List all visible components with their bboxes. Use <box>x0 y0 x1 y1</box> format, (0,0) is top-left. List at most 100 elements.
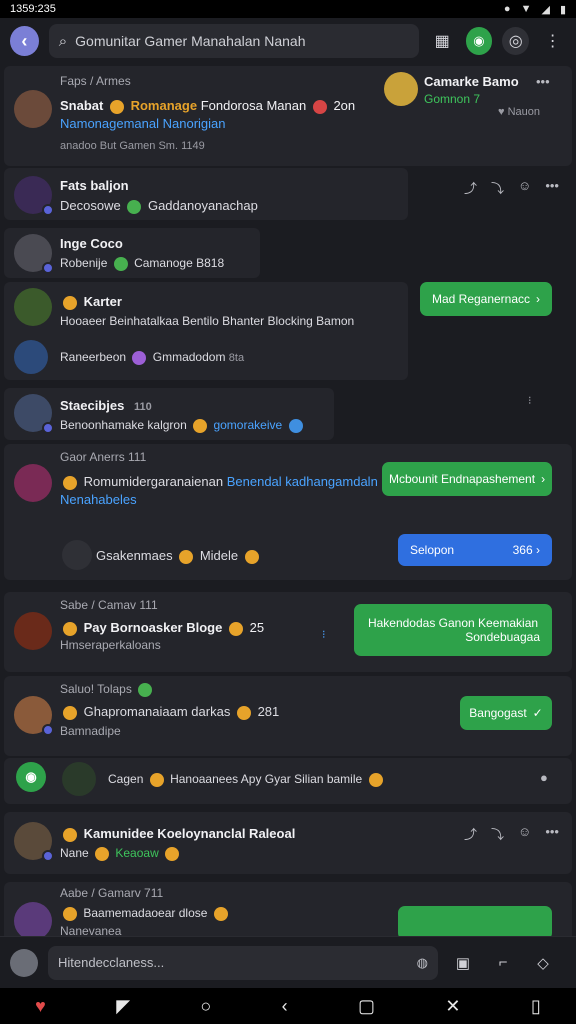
emoji-icon <box>127 199 142 214</box>
link-text[interactable]: Benendal kadhangamdaln <box>227 474 378 489</box>
link-icon[interactable]: ⁝ <box>322 628 326 641</box>
count-text: 2on <box>333 98 356 113</box>
status-badge <box>42 422 54 434</box>
message-text: Baamemadaoear dlose <box>83 906 208 920</box>
link-text-2[interactable]: Nenahabeles <box>60 492 137 507</box>
avatar[interactable] <box>14 696 54 736</box>
name-meta: 110 <box>133 401 152 413</box>
avatar[interactable] <box>62 762 96 796</box>
pill-label-2: Sondebuagaa <box>465 630 540 644</box>
pin-icon[interactable]: ⁝ <box>528 394 532 407</box>
emoji-icon <box>228 621 243 636</box>
more-icon[interactable]: ••• <box>545 824 559 843</box>
reply-pill[interactable]: Mad Reganernacc › <box>420 282 552 316</box>
message-feed[interactable]: Faps / Armes Snabat Romanage Fondorosa M… <box>0 64 576 936</box>
forward-icon[interactable]: ⤵ <box>491 178 504 197</box>
avatar[interactable] <box>14 288 52 326</box>
avatar[interactable] <box>14 234 54 274</box>
avatar[interactable] <box>14 902 52 936</box>
check-icon: ✓ <box>532 706 543 720</box>
send-icon[interactable]: ◇ <box>528 948 558 978</box>
avatar[interactable] <box>14 176 54 216</box>
emoji-icon <box>193 418 208 433</box>
grid-icon[interactable]: ▦ <box>429 27 456 55</box>
reply-icon[interactable]: ⤴ <box>464 178 477 197</box>
forward-icon[interactable]: ⤵ <box>491 824 504 843</box>
group-avatar[interactable] <box>384 72 418 106</box>
sender-name: Kamunidee Koeloynanclal Raleoal <box>83 826 296 841</box>
trash-icon[interactable]: ▯ <box>531 996 541 1017</box>
reply-pill[interactable]: Mcbounit Endnapashement › <box>382 462 552 496</box>
side-meta: Nauon <box>507 106 541 118</box>
message-input[interactable]: Hitendecclaness... ◍ <box>48 945 438 980</box>
logo-icon[interactable]: ♥ <box>35 996 46 1017</box>
square-icon[interactable]: ▢ <box>358 996 375 1017</box>
list-item[interactable]: Faps / Armes Snabat Romanage Fondorosa M… <box>4 66 572 166</box>
list-item[interactable]: Karter Hooaeer Beinhatalkaa Bentilo Bhan… <box>4 282 408 380</box>
more-icon[interactable]: ••• <box>536 74 550 89</box>
message-text: Romumidergaranaienan <box>83 474 224 489</box>
reply-pill[interactable]: Hakendodas Ganon Keemakian Sondebuagaa <box>354 604 552 656</box>
list-item[interactable]: Kamunidee Koeloynanclal Raleoal Nane Kea… <box>4 812 572 874</box>
crop-icon[interactable]: ✕ <box>445 996 460 1017</box>
reply-pill[interactable]: Bangogast ✓ <box>460 696 552 730</box>
avatar[interactable] <box>14 90 52 128</box>
sticker-icon[interactable]: ⌐ <box>488 948 518 978</box>
react-icon[interactable]: ☺ <box>518 178 531 197</box>
emoji-icon <box>132 350 147 365</box>
message-text-2: Gsakenmaes <box>96 548 173 563</box>
group-sub: Gomnon 7 <box>424 92 481 106</box>
game-icon[interactable]: ◉ <box>465 27 493 55</box>
avatar[interactable] <box>14 822 54 862</box>
avatar[interactable] <box>14 612 52 650</box>
game-icon[interactable]: ◉ <box>16 762 46 792</box>
image-icon[interactable]: ▣ <box>448 948 478 978</box>
home-icon[interactable]: ○ <box>200 996 211 1017</box>
link-text[interactable]: gomorakeive <box>213 418 282 432</box>
group-header: Gaor Anerrs 111 <box>60 450 147 464</box>
message-text-3: Gmmadodom <box>152 350 226 364</box>
list-item[interactable]: Fats baljon Decosowe Gaddanoyanachap <box>4 168 408 220</box>
message-text: Ghapromanaiaam darkas <box>83 704 231 719</box>
avatar[interactable] <box>10 948 38 977</box>
back-button[interactable]: ‹ <box>10 26 39 56</box>
reply-pill[interactable] <box>398 906 552 936</box>
list-item[interactable]: Staecibjes 110 Benoonhamake kalgron gomo… <box>4 388 334 440</box>
message-text: Cagen <box>108 772 144 786</box>
pill-value: 366 <box>512 543 533 557</box>
status-bar: 1359:235 ● ▼ ◢ ▮ <box>0 0 576 18</box>
group-header: Saluo! Tolaps <box>60 682 132 696</box>
emoji-icon <box>149 772 164 787</box>
group-header: Faps / Armes <box>60 74 131 88</box>
pill-label: Hakendodas Ganon Keemakian <box>367 616 539 630</box>
avatar[interactable] <box>14 394 54 434</box>
message-text-2: Nanevanea <box>60 924 122 936</box>
search-input[interactable]: ⌕ Gomunitar Gamer Manahalan Nanah <box>48 24 419 58</box>
list-item[interactable]: ◉ Cagen Hanoaanees Apy Gyar Silian bamil… <box>4 758 572 804</box>
group-name: Camarke Bamo <box>424 74 519 89</box>
list-item[interactable]: Inge Coco Robenije Camanoge B818 <box>4 228 260 278</box>
status-icons: ● ▼ ◢ ▮ <box>504 3 566 16</box>
emoji-icon <box>312 99 327 114</box>
link-text[interactable]: Namonagemanal Nanorigian <box>60 116 226 131</box>
emoji-picker-icon[interactable]: ◍ <box>417 955 428 971</box>
react-icon[interactable]: ☺ <box>518 824 531 843</box>
more-icon[interactable]: ⋮ <box>539 27 566 55</box>
reply-icon[interactable]: ⤴ <box>464 824 477 843</box>
emoji-icon <box>95 846 110 861</box>
avatar[interactable] <box>62 540 92 570</box>
more-icon[interactable]: ••• <box>545 178 559 197</box>
status-pill[interactable]: Selopon 366 › <box>398 534 552 566</box>
pill-label: Bangogast <box>469 706 527 720</box>
pill-label: Mad Reganernacc <box>431 292 531 306</box>
message-meta: anadoo But Gamen Sm. 1149 <box>60 140 205 152</box>
info-icon[interactable]: ● <box>540 770 548 785</box>
back-triangle-icon[interactable]: ◤ <box>116 996 130 1017</box>
battery-icon: ▮ <box>559 3 566 16</box>
chevron-back-icon[interactable]: ‹ <box>282 996 288 1017</box>
heart-icon: ♥ <box>498 106 508 118</box>
target-icon[interactable]: ◎ <box>502 27 530 55</box>
avatar[interactable] <box>14 464 52 502</box>
status-badge <box>42 204 54 216</box>
avatar[interactable] <box>14 340 48 374</box>
